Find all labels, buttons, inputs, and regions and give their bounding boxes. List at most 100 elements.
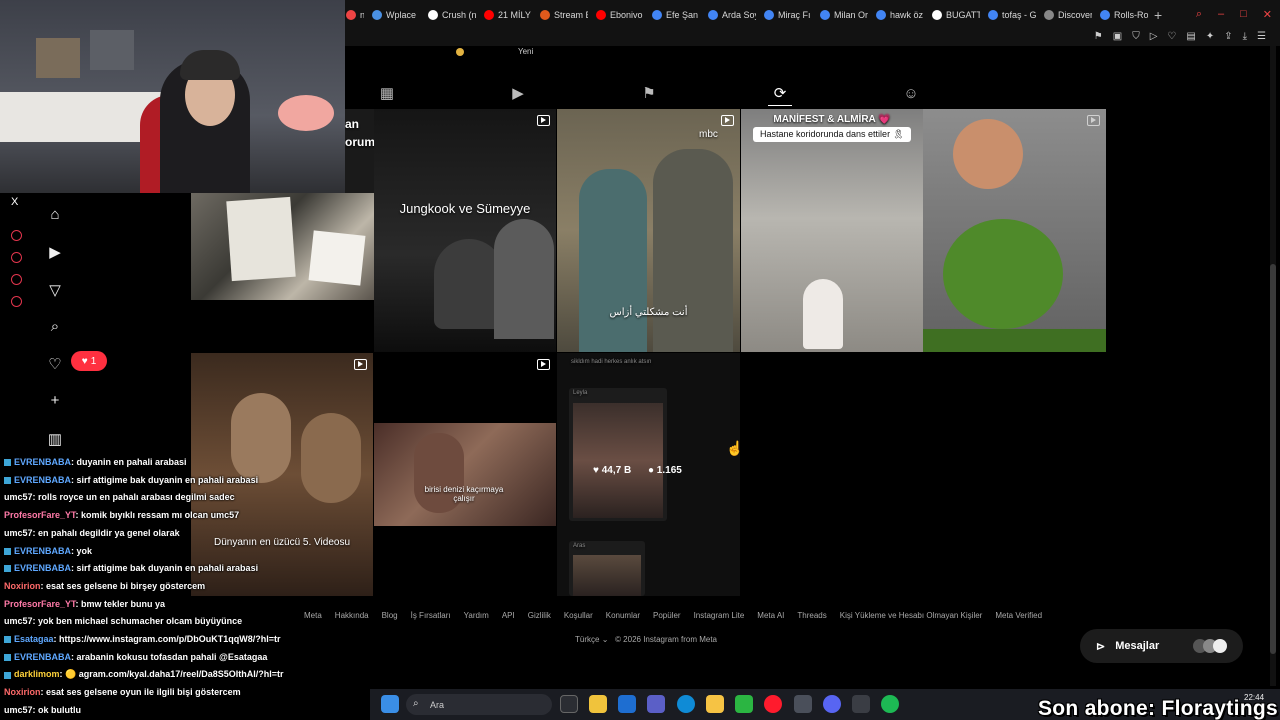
chat-username[interactable]: EVRENBABA (14, 475, 71, 485)
browser-tab[interactable]: Milan Or (812, 0, 868, 30)
footer-link[interactable]: API (502, 611, 515, 620)
opera-icon[interactable] (764, 695, 782, 713)
post-tile-1[interactable]: an orum (345, 109, 374, 194)
close-icon[interactable]: X (11, 196, 18, 208)
browser-tab[interactable]: Ebonivo (588, 0, 644, 30)
spotify-icon[interactable] (881, 695, 899, 713)
app-icon[interactable] (852, 695, 870, 713)
chat-icon[interactable] (11, 274, 22, 285)
minimize-icon[interactable]: – (1218, 8, 1224, 21)
extensions-icon[interactable]: ✦ (1206, 31, 1214, 42)
footer-link[interactable]: Kişi Yükleme ve Hesabı Olmayan Kişiler (840, 611, 983, 620)
chat-username[interactable]: umc57 (4, 492, 33, 502)
browser-tab[interactable]: Crush (n (420, 0, 476, 30)
browser-tab[interactable]: Rolls-Ro (1092, 0, 1148, 30)
footer-link[interactable]: Meta AI (757, 611, 784, 620)
maximize-icon[interactable]: □ (1240, 8, 1247, 21)
edge-icon[interactable] (677, 695, 695, 713)
footer-link[interactable]: İş Fırsatları (411, 611, 451, 620)
footer-link[interactable]: Konumlar (606, 611, 640, 620)
footer-link[interactable]: Yardım (464, 611, 489, 620)
footer-link[interactable]: Popüler (653, 611, 681, 620)
chat-username[interactable]: Noxirion (4, 581, 41, 591)
store-icon[interactable] (589, 695, 607, 713)
outlook-icon[interactable] (618, 695, 636, 713)
play-icon[interactable]: ▷ (1150, 31, 1158, 42)
settings-icon[interactable] (11, 296, 22, 307)
post-tile-4[interactable]: MANİFEST & ALMİRA 💗 Hastane koridorunda … (741, 109, 923, 352)
chat-username[interactable]: EVRENBABA (14, 457, 71, 467)
tab-reels-icon[interactable]: ▶ (506, 82, 530, 106)
chat-username[interactable]: ProfesorFare_YT (4, 599, 76, 609)
browser-tab[interactable]: Discover (1036, 0, 1092, 30)
home-icon[interactable]: ⌂ (45, 206, 65, 223)
post-tile-1-image[interactable] (191, 193, 374, 300)
post-tile-8[interactable]: sikldım hadi herkes anlık atsın Leyla ♥ … (557, 353, 740, 596)
tab-tagged-icon[interactable]: ☺ (899, 82, 923, 106)
search-icon[interactable]: ⌕ (1196, 8, 1202, 21)
clock-icon[interactable] (11, 252, 22, 263)
chat-username[interactable]: EVRENBABA (14, 652, 71, 662)
footer-link[interactable]: Hakkında (335, 611, 369, 620)
footer-link[interactable]: Blog (382, 611, 398, 620)
messages-button[interactable]: ⊳ Mesajlar (1080, 629, 1243, 663)
settings-icon[interactable] (794, 695, 812, 713)
menu-icon[interactable]: ☰ (1257, 31, 1266, 42)
post-tile-3[interactable]: mbc أنت مشكلتي أزاس (557, 109, 740, 352)
browser-tab[interactable]: 21 MİLY (476, 0, 532, 30)
scrollbar-thumb[interactable] (1270, 264, 1276, 654)
tab-posts-icon[interactable]: ▦ (375, 82, 399, 106)
chat-username[interactable]: EVRENBABA (14, 563, 71, 573)
chat-username[interactable]: Esatagaa (14, 634, 54, 644)
footer-link[interactable]: Gizlilik (528, 611, 551, 620)
folder-icon[interactable] (706, 695, 724, 713)
tab-saved-icon[interactable]: ⚑ (637, 82, 661, 106)
search-icon[interactable]: ⌕ (45, 318, 65, 335)
browser-tab[interactable]: Stream E (532, 0, 588, 30)
share-icon[interactable]: ⇪ (1224, 31, 1232, 42)
chat-username[interactable]: EVRENBABA (14, 546, 71, 556)
post-tile-5[interactable] (923, 109, 1106, 352)
heart-icon[interactable]: ♡ (45, 355, 65, 373)
bookmark-icon[interactable]: ⚑ (1094, 31, 1103, 42)
footer-link[interactable]: Threads (797, 611, 826, 620)
post-tile-2[interactable]: Jungkook ve Sümeyye (374, 109, 556, 352)
chat-username[interactable]: umc57 (4, 705, 33, 715)
wallet-icon[interactable]: ▤ (1186, 31, 1195, 42)
browser-tab[interactable]: Arda Soy (700, 0, 756, 30)
browser-tab[interactable]: hawk öz (868, 0, 924, 30)
taskbar-search-input[interactable]: ⌕ Ara (406, 694, 552, 715)
teams-icon[interactable] (647, 695, 665, 713)
browser-tab[interactable]: Efe Şan (644, 0, 700, 30)
footer-link[interactable]: Koşullar (564, 611, 593, 620)
close-icon[interactable]: ✕ (1263, 8, 1272, 21)
shield-icon[interactable]: ⛉ (1132, 31, 1140, 42)
browser-tab[interactable]: Wplace (364, 0, 420, 30)
browser-tab[interactable]: Miraç Fı (756, 0, 812, 30)
task-view-icon[interactable] (560, 695, 578, 713)
windows-start-icon[interactable] (381, 695, 399, 713)
post-tile-6[interactable]: birisi denizi kaçırmaya çalışır (374, 353, 556, 596)
footer-link[interactable]: Meta Verified (995, 611, 1042, 620)
chat-username[interactable]: darklimom (14, 669, 60, 679)
new-story-label[interactable]: Yeni (518, 47, 533, 56)
whatsapp-icon[interactable] (735, 695, 753, 713)
create-icon[interactable]: + (45, 392, 65, 409)
language-select[interactable]: Türkçe (575, 635, 599, 644)
chat-username[interactable]: Noxirion (4, 687, 41, 697)
chat-username[interactable]: umc57 (4, 616, 33, 626)
browser-tab[interactable]: BUGATT (924, 0, 980, 30)
screenshot-icon[interactable]: ▣ (1113, 31, 1122, 42)
notification-badge[interactable]: ♥ 1 (71, 351, 107, 371)
tab-reposts-icon[interactable]: ⟳ (768, 82, 792, 106)
story-highlight[interactable] (456, 48, 464, 56)
footer-link[interactable]: Instagram Lite (694, 611, 745, 620)
download-icon[interactable]: ⤓ (1243, 31, 1247, 42)
reels-icon[interactable]: ▶ (45, 243, 65, 261)
red-circle-icon[interactable] (11, 230, 22, 241)
new-tab-button[interactable]: + (1148, 7, 1168, 23)
heart-icon[interactable]: ♡ (1167, 31, 1176, 42)
discord-icon[interactable] (823, 695, 841, 713)
browser-tab[interactable]: tofaş - G (980, 0, 1036, 30)
chat-username[interactable]: umc57 (4, 528, 33, 538)
